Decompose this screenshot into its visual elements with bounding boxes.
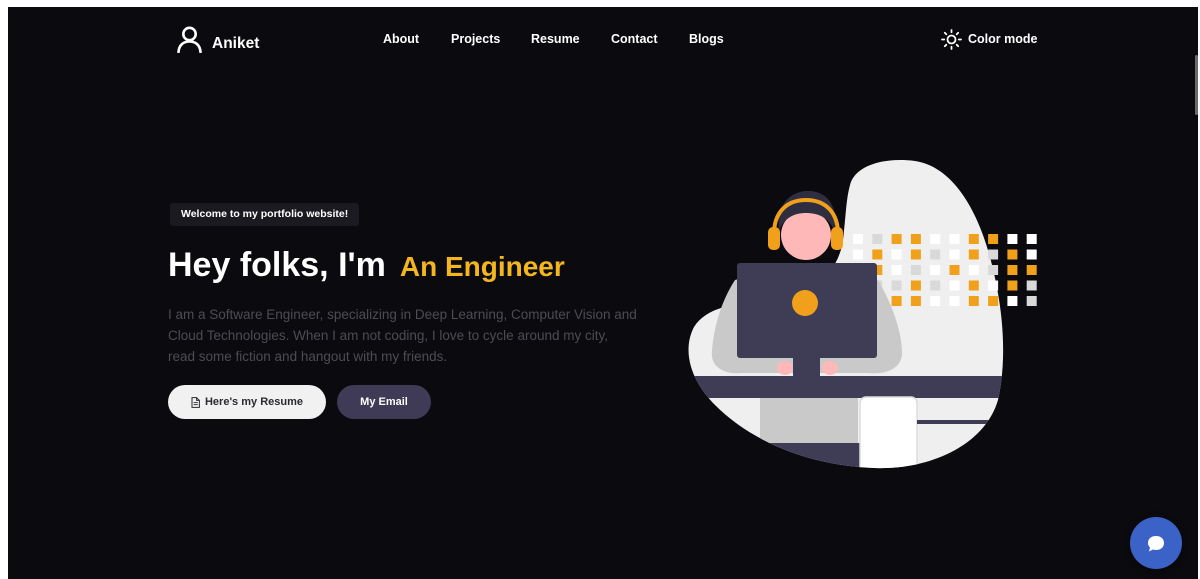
color-mode-label: Color mode xyxy=(968,32,1038,46)
grid-square xyxy=(1007,296,1018,306)
grid-square xyxy=(910,296,921,306)
grid-square xyxy=(872,249,883,260)
grid-square xyxy=(949,234,960,244)
grid-square xyxy=(968,280,979,291)
grid-square xyxy=(949,296,960,306)
chair-arm xyxy=(917,420,1002,424)
brand-name[interactable]: Aniket xyxy=(212,34,259,54)
user-icon[interactable] xyxy=(176,26,203,53)
sun-icon xyxy=(941,28,962,50)
hero-description-line: Cloud Technologies. When I am not coding… xyxy=(168,328,608,343)
grid-square xyxy=(1026,249,1037,260)
nav-link-blogs[interactable]: Blogs xyxy=(689,31,724,47)
grid-square xyxy=(930,265,941,275)
headphones-right-cup xyxy=(831,227,843,250)
hero-description-line: I am a Software Engineer, specializing i… xyxy=(168,307,637,322)
grid-square xyxy=(988,265,999,275)
grid-square xyxy=(949,280,960,291)
monitor-stand xyxy=(793,358,820,378)
nav-link-projects[interactable]: Projects xyxy=(451,31,500,47)
chat-bubble-icon xyxy=(1148,535,1164,551)
grid-square xyxy=(1007,265,1018,275)
person-legs xyxy=(760,398,858,448)
grid-square xyxy=(853,249,863,260)
document-icon xyxy=(191,396,200,408)
nav-link-contact[interactable]: Contact xyxy=(611,31,658,47)
person-right-hand xyxy=(822,361,838,375)
grid-square xyxy=(891,249,902,260)
grid-square xyxy=(930,249,941,260)
chat-button[interactable] xyxy=(1130,517,1182,569)
hero-heading-prefix: Hey folks, I'm xyxy=(168,246,386,284)
resume-button[interactable]: Here's my Resume xyxy=(168,385,326,419)
chair xyxy=(859,396,918,469)
scrollbar-thumb[interactable] xyxy=(1195,55,1198,115)
grid-square xyxy=(968,234,979,244)
grid-square xyxy=(1026,280,1037,291)
grid-square xyxy=(910,265,921,275)
grid-square xyxy=(949,265,960,275)
monitor-logo xyxy=(792,290,818,316)
grid-square xyxy=(910,280,921,291)
grid-square xyxy=(910,249,921,260)
headphones-left-cup xyxy=(768,227,780,250)
color-mode-toggle[interactable]: Color mode xyxy=(941,28,1037,50)
email-button-label: My Email xyxy=(360,396,408,408)
email-button[interactable]: My Email xyxy=(337,385,431,419)
grid-square xyxy=(872,234,883,244)
hero-illustration xyxy=(688,160,1037,469)
desk-base xyxy=(760,443,860,469)
hero-heading: Hey folks, I'm An Engineer xyxy=(168,243,565,287)
hero-description: I am a Software Engineer, specializing i… xyxy=(168,304,678,367)
person-left-hand xyxy=(777,361,793,375)
grid-square xyxy=(853,234,863,244)
grid-square xyxy=(891,280,902,291)
nav-link-about[interactable]: About xyxy=(383,31,419,47)
grid-square xyxy=(968,249,979,260)
nav-link-resume[interactable]: Resume xyxy=(531,31,580,47)
grid-square xyxy=(1007,249,1018,260)
grid-square xyxy=(930,234,941,244)
grid-square xyxy=(910,234,921,244)
grid-square xyxy=(891,234,902,244)
grid-square xyxy=(1007,234,1018,244)
grid-square xyxy=(988,234,999,244)
resume-button-label: Here's my Resume xyxy=(204,396,303,408)
grid-square xyxy=(1026,296,1037,306)
desk xyxy=(688,376,1004,398)
grid-square xyxy=(988,249,999,260)
grid-square xyxy=(930,296,941,306)
grid-square xyxy=(930,280,941,291)
grid-square xyxy=(1026,265,1037,275)
hero-heading-highlight: An Engineer xyxy=(399,251,565,282)
grid-square xyxy=(1007,280,1018,291)
grid-square xyxy=(891,265,902,275)
grid-square xyxy=(968,296,979,306)
grid-square xyxy=(891,296,902,306)
grid-square xyxy=(988,296,999,306)
welcome-badge: Welcome to my portfolio website! xyxy=(170,203,360,226)
grid-square xyxy=(968,265,979,275)
grid-square xyxy=(1026,234,1037,244)
grid-square xyxy=(988,280,999,291)
hero-description-line: read some fiction and hangout with my fr… xyxy=(168,349,448,364)
grid-square xyxy=(949,249,960,260)
